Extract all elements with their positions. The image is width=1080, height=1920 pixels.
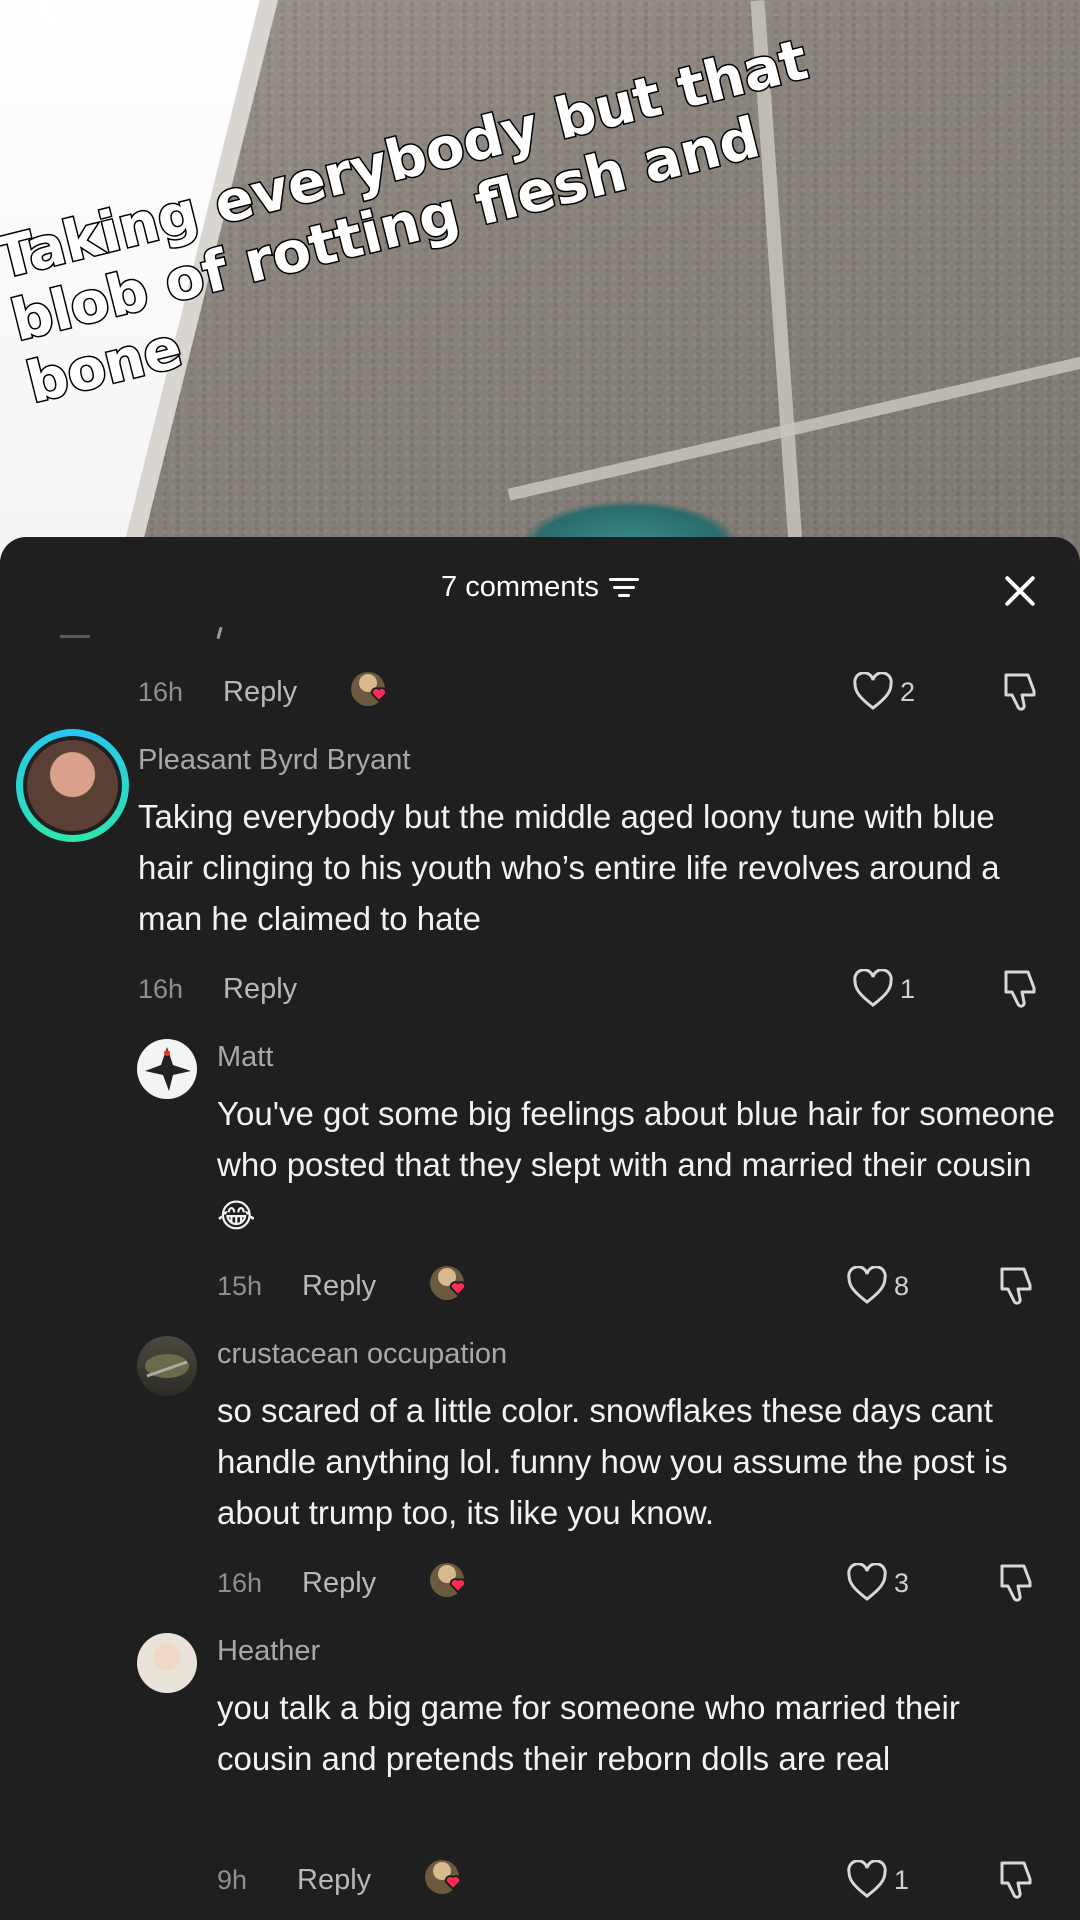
like-count: 1 — [900, 973, 916, 1004]
comment-text: so scared of a little color. snowflakes … — [217, 1392, 1008, 1531]
comment-text: Taking everybody but the middle aged loo… — [138, 798, 1000, 937]
avatar-story-ring[interactable] — [16, 729, 129, 842]
like-count: 2 — [900, 676, 916, 707]
sort-icon[interactable] — [608, 576, 639, 598]
heart-outline-icon[interactable] — [852, 672, 894, 712]
like-button[interactable]: 1 — [852, 969, 915, 1009]
comment-time: 9h — [217, 1864, 248, 1895]
partial-comment-text — [60, 635, 90, 638]
sheet-header: 7 comments — [0, 537, 1080, 637]
heart-outline-icon[interactable] — [852, 969, 894, 1009]
creator-liked-heart-icon — [427, 1560, 477, 1606]
heart-outline-icon[interactable] — [846, 1860, 888, 1900]
comment-time: 16h — [138, 676, 184, 707]
reply-button[interactable]: Reply — [297, 1864, 422, 1897]
dislike-icon[interactable] — [996, 1560, 1038, 1602]
comment-author[interactable]: Heather — [217, 1635, 320, 1668]
creator-liked-heart-icon — [348, 669, 398, 715]
avatar — [27, 740, 118, 831]
like-button[interactable]: 3 — [846, 1563, 909, 1603]
creator-liked-heart-icon — [427, 1263, 477, 1309]
creator-liked-heart-icon — [422, 1857, 472, 1903]
like-count: 1 — [894, 1864, 910, 1895]
avatar[interactable] — [137, 1336, 197, 1396]
comment-text: you talk a big game for someone who marr… — [217, 1689, 960, 1777]
video-background[interactable]: Taking everybody but that blob of rottin… — [0, 0, 1080, 560]
close-icon[interactable] — [1002, 573, 1038, 609]
comment-time: 16h — [138, 973, 184, 1004]
comment-text: You've got some big feelings about blue … — [217, 1095, 1055, 1234]
comments-sheet: 7 comments 16h Reply 2 Pleasant Byrd Bry… — [0, 537, 1080, 1920]
comment-author[interactable]: Matt — [217, 1041, 273, 1074]
reply-button[interactable]: Reply — [302, 1567, 427, 1600]
comment-actions: 9h Reply — [217, 1855, 472, 1905]
reply-button[interactable]: Reply — [223, 676, 348, 709]
comment-author[interactable]: Pleasant Byrd Bryant — [138, 744, 410, 777]
comment-actions: 15h Reply — [217, 1261, 477, 1311]
comment-time: 15h — [217, 1270, 263, 1301]
avatar[interactable] — [137, 1633, 197, 1693]
dislike-icon[interactable] — [996, 1857, 1038, 1899]
reply-button[interactable]: Reply — [302, 1270, 427, 1303]
dislike-icon[interactable] — [996, 1263, 1038, 1305]
comment-time: 16h — [217, 1567, 263, 1598]
heart-outline-icon[interactable] — [846, 1266, 888, 1306]
dislike-icon[interactable] — [1000, 966, 1042, 1008]
like-button[interactable]: 2 — [852, 672, 915, 712]
like-count: 3 — [894, 1567, 910, 1598]
reply-button[interactable]: Reply — [223, 973, 348, 1006]
like-button[interactable]: 8 — [846, 1266, 909, 1306]
comments-count-label: 7 comments — [441, 570, 599, 603]
comments-count-title[interactable]: 7 comments — [441, 571, 639, 604]
comment-actions: 16h Reply — [138, 964, 348, 1014]
comment-author[interactable]: crustacean occupation — [217, 1338, 507, 1371]
avatar[interactable] — [137, 1039, 197, 1099]
comment-actions: 16h Reply — [217, 1558, 477, 1608]
comment-actions: 16h Reply — [138, 667, 398, 717]
heart-outline-icon[interactable] — [846, 1563, 888, 1603]
like-count: 8 — [894, 1270, 910, 1301]
like-button[interactable]: 1 — [846, 1860, 909, 1900]
dislike-icon[interactable] — [1000, 669, 1042, 711]
